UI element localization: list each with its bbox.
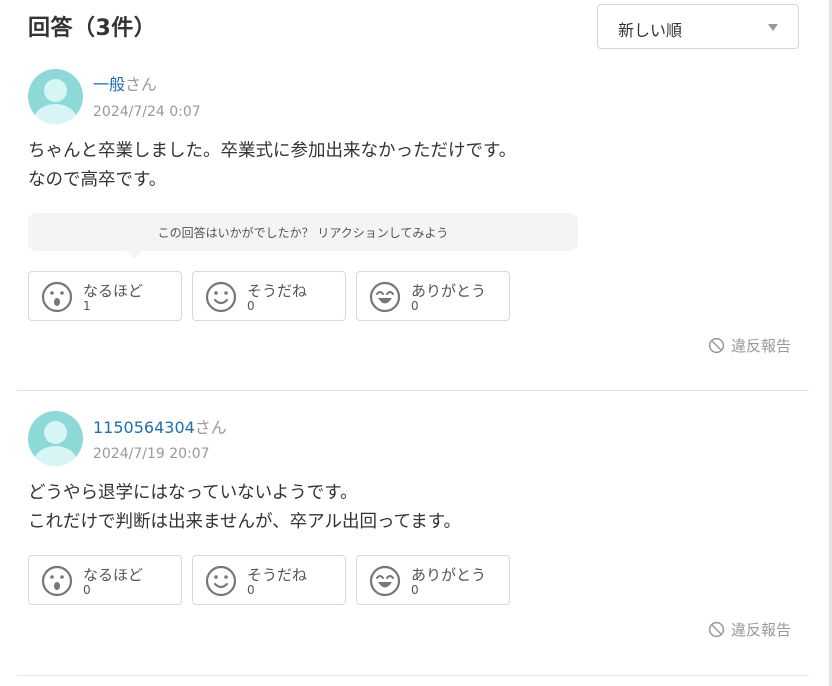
grin-face-icon <box>369 565 401 597</box>
reaction-soudane-button[interactable]: そうだね 0 <box>192 555 346 605</box>
reaction-arigatou-button[interactable]: ありがとう 0 <box>356 555 510 605</box>
prohibited-icon <box>708 621 725 638</box>
user-suffix: さん <box>194 418 227 437</box>
surprised-face-icon <box>41 281 73 313</box>
reaction-count: 0 <box>247 583 255 597</box>
reaction-naruhodo-button[interactable]: なるほど 1 <box>28 271 182 321</box>
reaction-label: そうだね <box>247 566 308 584</box>
reaction-label: なるほど <box>83 566 144 584</box>
user-suffix: さん <box>125 75 158 94</box>
reaction-count: 1 <box>83 299 91 313</box>
report-label: 違反報告 <box>731 621 792 639</box>
chevron-down-icon <box>768 24 778 31</box>
smile-face-icon <box>205 281 237 313</box>
sort-select[interactable]: 新しい順 <box>597 4 799 49</box>
reaction-count: 0 <box>411 583 419 597</box>
answer-text-line: なので高卒です。 <box>28 170 167 190</box>
answer-text-line: ちゃんと卒業しました。卒業式に参加出来なかっただけです。 <box>28 141 517 161</box>
answer-user: 一般さん <box>93 71 157 95</box>
answer-date: 2024/7/24 0:07 <box>93 104 201 120</box>
reaction-count: 0 <box>411 299 419 313</box>
answer-text-line: どうやら退学にはなっていないようです。 <box>28 483 358 503</box>
reaction-naruhodo-button[interactable]: なるほど 0 <box>28 555 182 605</box>
answers-heading: 回答（3件） <box>28 16 157 41</box>
avatar[interactable] <box>28 411 83 466</box>
reaction-prompt-bubble: この回答はいかがでしたか？ リアクションしてみよう <box>28 213 578 259</box>
reaction-arigatou-button[interactable]: ありがとう 0 <box>356 271 510 321</box>
divider <box>17 390 809 391</box>
answer-text: ちゃんと卒業しました。卒業式に参加出来なかっただけです。 なので高卒です。 <box>28 137 516 195</box>
grin-face-icon <box>369 281 401 313</box>
report-label: 違反報告 <box>731 337 792 355</box>
reaction-label: ありがとう <box>411 566 487 584</box>
reaction-count: 0 <box>247 299 255 313</box>
reaction-count: 0 <box>83 583 91 597</box>
sort-selected-value: 新しい順 <box>618 21 683 40</box>
answer-text: どうやら退学にはなっていないようです。 これだけで判断は出来ませんが、卒アル出回… <box>28 479 461 537</box>
avatar[interactable] <box>28 69 83 124</box>
divider <box>17 675 809 676</box>
prohibited-icon <box>708 337 725 354</box>
surprised-face-icon <box>41 565 73 597</box>
reaction-label: そうだね <box>247 282 308 300</box>
reaction-soudane-button[interactable]: そうだね 0 <box>192 271 346 321</box>
answer-text-line: これだけで判断は出来ませんが、卒アル出回ってます。 <box>28 512 461 532</box>
answer-date: 2024/7/19 20:07 <box>93 446 210 462</box>
user-name-link[interactable]: 1150564304 <box>93 418 195 437</box>
reaction-label: なるほど <box>83 282 144 300</box>
answer-user: 1150564304さん <box>93 414 227 438</box>
user-name-link[interactable]: 一般 <box>93 75 125 94</box>
smile-face-icon <box>205 565 237 597</box>
reaction-prompt: この回答はいかがでしたか？ リアクションしてみよう <box>157 226 449 240</box>
reaction-label: ありがとう <box>411 282 487 300</box>
